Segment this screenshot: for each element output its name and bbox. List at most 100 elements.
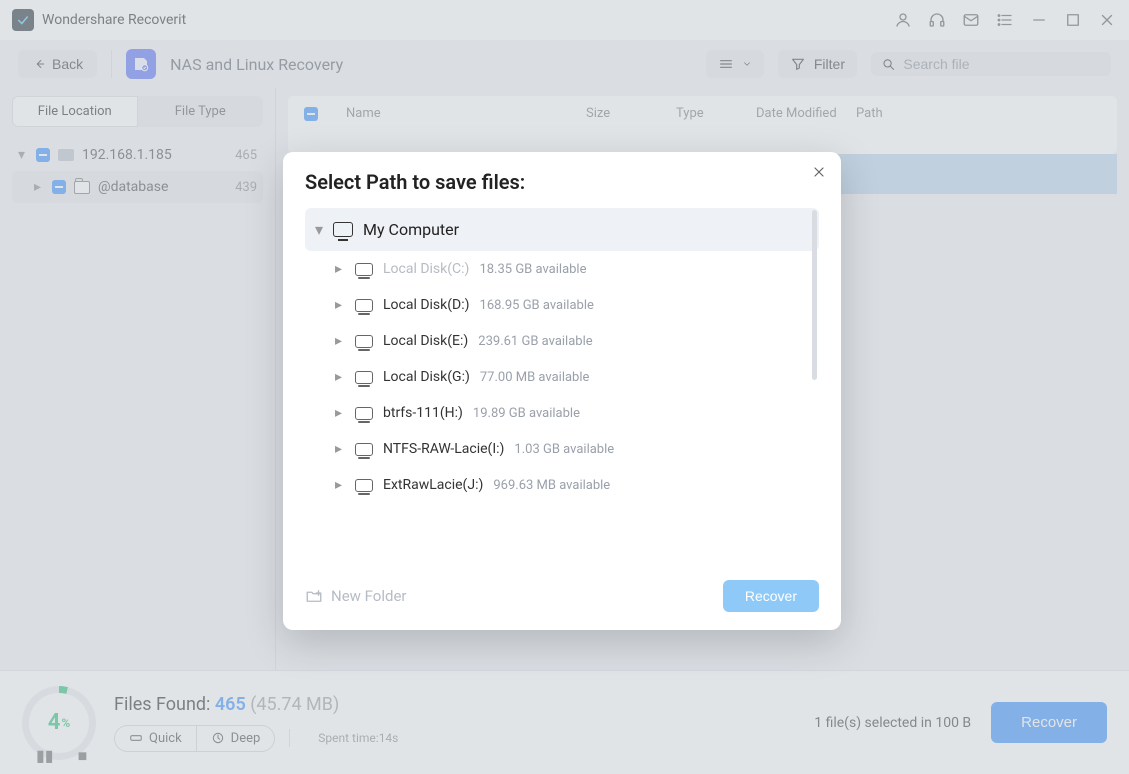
tree-item-label: @database (98, 179, 168, 195)
disk-available: 19.89 GB available (473, 406, 580, 421)
tree-item-count: 465 (235, 148, 257, 163)
new-folder-icon (305, 587, 323, 605)
disk-name: btrfs-111(H:) (383, 405, 463, 421)
nas-recovery-icon (126, 49, 156, 79)
path-disk-row: ▸Local Disk(C:)18.35 GB available (305, 251, 819, 287)
minimize-button[interactable] (1029, 10, 1049, 30)
files-found-count: 465 (215, 694, 246, 715)
modal-close-button[interactable] (811, 164, 827, 184)
headset-icon[interactable] (927, 10, 947, 30)
deep-scan-icon (211, 731, 225, 745)
drive-icon (355, 335, 373, 348)
tree-item-database[interactable]: ▸ @database 439 (12, 171, 263, 203)
my-computer-label: My Computer (363, 220, 459, 239)
scan-mode-toggle: Quick Deep (114, 725, 275, 752)
chevron-right-icon: ▸ (335, 333, 345, 349)
modal-recover-button[interactable]: Recover (723, 580, 819, 612)
tab-file-location[interactable]: File Location (12, 96, 138, 127)
table-header: Name Size Type Date Modified Path (288, 96, 1117, 131)
column-type[interactable]: Type (676, 106, 756, 121)
tab-file-type[interactable]: File Type (138, 96, 264, 127)
back-button-label: Back (52, 56, 83, 72)
tree-item-host[interactable]: ▾ 192.168.1.185 465 (12, 139, 263, 171)
mode-title: NAS and Linux Recovery (170, 55, 343, 74)
disk-name: Local Disk(G:) (383, 369, 470, 385)
scan-quick-option[interactable]: Quick (115, 726, 197, 751)
back-button[interactable]: Back (18, 50, 97, 78)
app-logo-icon (12, 9, 34, 31)
search-field[interactable] (871, 52, 1111, 76)
disk-available: 239.61 GB available (478, 334, 592, 349)
scan-quick-label: Quick (149, 731, 182, 746)
folder-icon (74, 181, 90, 194)
disk-name: Local Disk(D:) (383, 297, 470, 313)
disk-available: 1.03 GB available (514, 442, 614, 457)
drive-icon (355, 479, 373, 492)
bottom-panel: 4 % Files Found: 465 (45.74 MB) Quick De… (0, 670, 1129, 774)
percent-symbol: % (61, 716, 70, 730)
recover-button[interactable]: Recover (991, 702, 1107, 743)
progress-percent: 4 (48, 710, 61, 735)
filter-button-label: Filter (814, 56, 845, 72)
drive-icon (355, 263, 373, 276)
user-icon[interactable] (893, 10, 913, 30)
chevron-right-icon: ▸ (335, 405, 345, 421)
disk-available: 77.00 MB available (480, 370, 590, 385)
list-icon[interactable] (995, 10, 1015, 30)
separator (289, 729, 290, 747)
selection-info: 1 file(s) selected in 100 B (814, 715, 971, 731)
computer-icon (333, 222, 353, 237)
stop-button[interactable]: ■ (78, 746, 88, 766)
column-path[interactable]: Path (856, 106, 1101, 121)
scan-deep-label: Deep (231, 731, 261, 746)
maximize-button[interactable] (1063, 10, 1083, 30)
drive-icon (355, 443, 373, 456)
view-menu-button[interactable] (706, 50, 764, 78)
chevron-down-icon: ▾ (315, 220, 323, 239)
files-found-line: Files Found: 465 (45.74 MB) (114, 694, 398, 715)
files-found-label: Files Found: (114, 694, 215, 715)
disk-name: NTFS-RAW-Lacie(I:) (383, 441, 504, 457)
pause-button[interactable]: ▮▮ (36, 746, 54, 766)
new-folder-button[interactable]: New Folder (305, 587, 406, 605)
path-list: ▾ My Computer ▸ Local Disk(C:) 18.35 GB av… (305, 208, 819, 568)
modal-title: Select Path to save files: (305, 170, 819, 194)
tree-item-count: 439 (235, 180, 257, 195)
column-name[interactable]: Name (346, 106, 586, 121)
checkbox-indeterminate-icon[interactable] (52, 180, 66, 194)
drive-icon (355, 371, 373, 384)
close-button[interactable] (1097, 10, 1117, 30)
tree-item-label: 192.168.1.185 (82, 147, 172, 163)
disk-name: Local Disk(E:) (383, 333, 468, 349)
select-all-checkbox[interactable] (304, 107, 318, 121)
path-disk-row[interactable]: ▸ Local Disk(G:) 77.00 MB available (305, 359, 819, 395)
chevron-right-icon: ▸ (335, 297, 345, 313)
disk-available: 18.35 GB available (479, 262, 586, 277)
spent-time: Spent time:14s (318, 731, 398, 745)
sidebar: File Location File Type ▾ 192.168.1.185 … (0, 88, 276, 670)
path-disk-row[interactable]: ▸ btrfs-111(H:) 19.89 GB available (305, 395, 819, 431)
disk-name: Local Disk(C:) (383, 261, 469, 277)
drive-icon (355, 299, 373, 312)
new-folder-label: New Folder (331, 587, 406, 605)
mail-icon[interactable] (961, 10, 981, 30)
path-disk-row[interactable]: ▸Local Disk(D:)168.95 GB available (305, 287, 819, 323)
filter-button[interactable]: Filter (778, 50, 857, 78)
save-path-modal: Select Path to save files: ▾ My Computer… (283, 152, 841, 630)
path-disk-row[interactable]: ▸ExtRawLacie(J:)969.63 MB available (305, 467, 819, 503)
chevron-right-icon: ▸ (335, 369, 345, 385)
column-size[interactable]: Size (586, 106, 676, 121)
path-my-computer[interactable]: ▾ My Computer (305, 208, 819, 251)
checkbox-indeterminate-icon[interactable] (36, 148, 50, 162)
path-disk-row[interactable]: ▸ Local Disk(E:) 239.61 GB available (305, 323, 819, 359)
column-date[interactable]: Date Modified (756, 106, 856, 121)
disk-icon (58, 149, 74, 161)
search-input[interactable] (903, 56, 1101, 72)
scan-controls: ▮▮ ■ (36, 746, 87, 766)
disk-name: ExtRawLacie(J:) (383, 477, 483, 493)
toolbar: Back NAS and Linux Recovery Filter (0, 40, 1129, 88)
app-title: Wondershare Recoverit (42, 12, 186, 28)
scrollbar[interactable] (812, 210, 817, 380)
scan-deep-option[interactable]: Deep (197, 726, 275, 751)
path-disk-row[interactable]: ▸NTFS-RAW-Lacie(I:)1.03 GB available (305, 431, 819, 467)
